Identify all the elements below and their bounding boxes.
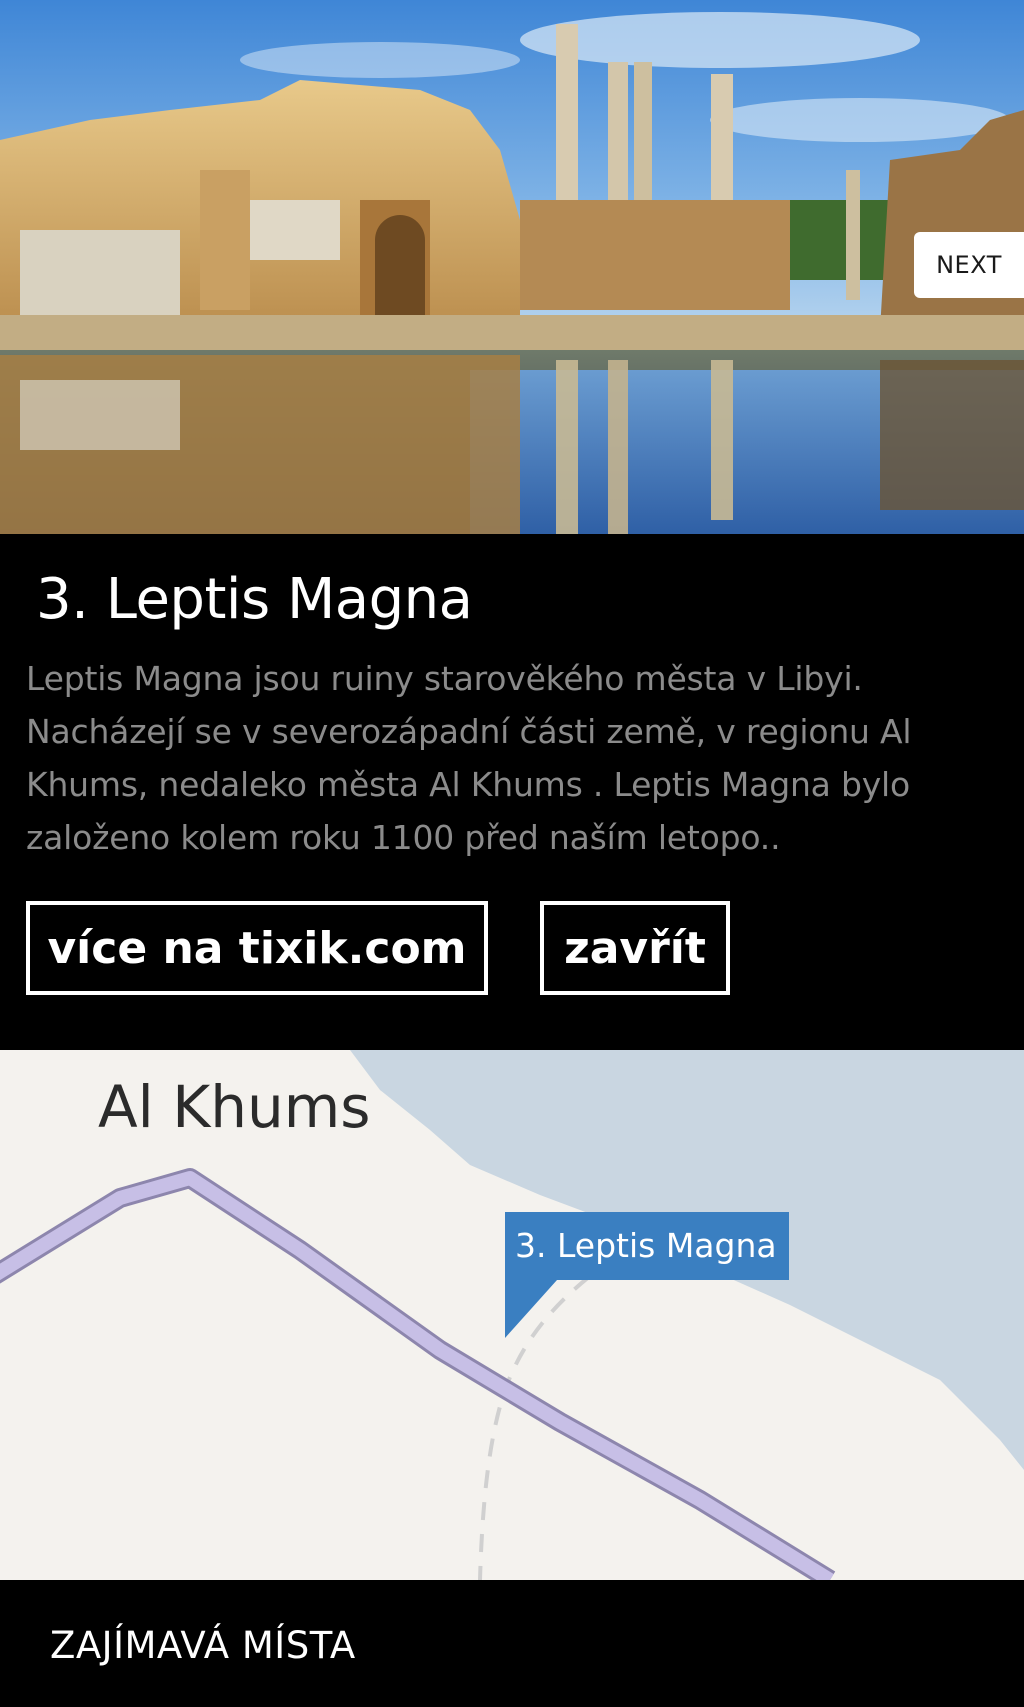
map-pin-leptis-magna[interactable]: 3. Leptis Magna xyxy=(505,1212,789,1338)
bottom-app-bar: ZAJÍMAVÁ MÍSTA xyxy=(0,1580,1024,1707)
city-label: Al Khums xyxy=(98,1073,371,1141)
place-info-panel: 3. Leptis Magna Leptis Magna jsou ruiny … xyxy=(0,534,1024,1050)
map-pin-pointer xyxy=(505,1280,557,1338)
place-photo: NEXT xyxy=(0,0,1024,534)
ruins-photo-illustration xyxy=(0,0,1024,534)
map-pin-label: 3. Leptis Magna xyxy=(505,1212,789,1280)
next-button[interactable]: NEXT xyxy=(914,232,1024,298)
more-info-button[interactable]: více na tixik.com xyxy=(26,901,488,995)
points-of-interest-link[interactable]: ZAJÍMAVÁ MÍSTA xyxy=(50,1624,356,1667)
place-description: Leptis Magna jsou ruiny starověkého měst… xyxy=(26,659,912,857)
map-view[interactable]: Al Khums 3. Leptis Magna xyxy=(0,1050,1024,1580)
close-button[interactable]: zavřít xyxy=(540,901,730,995)
place-title: 3. Leptis Magna xyxy=(36,567,473,632)
